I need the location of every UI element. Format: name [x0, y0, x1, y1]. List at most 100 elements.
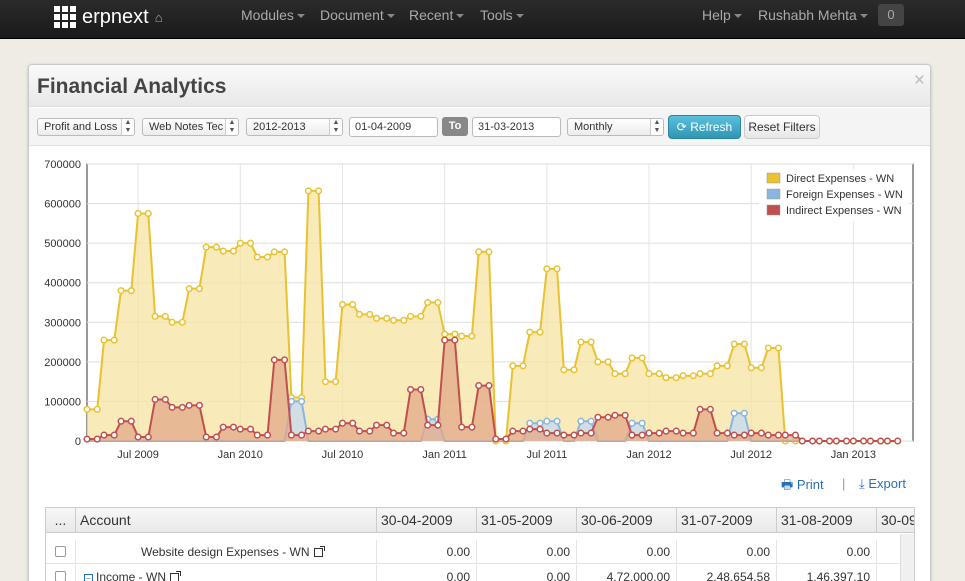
print-label: Print [796, 477, 824, 492]
data-point [475, 248, 483, 256]
data-point [372, 314, 381, 322]
data-point [611, 370, 619, 378]
financial-chart: 700000 600000 500000 400000 300000 200000 1000… [44, 159, 914, 461]
account-name[interactable]: Income - WN [96, 570, 166, 581]
data-point [151, 395, 159, 403]
data-point [287, 431, 295, 439]
column-date[interactable]: 30-06-2009 [577, 508, 677, 533]
to-date-input[interactable]: 31-03-2013 [472, 117, 561, 137]
data-point [781, 431, 789, 439]
data-point [127, 417, 135, 425]
data-point [815, 437, 823, 445]
to-label: To [442, 117, 468, 136]
refresh-label: Refresh [690, 120, 733, 134]
accounts-grid: ... Account 30-04-2009 31-05-2009 30-06-… [45, 507, 915, 581]
data-point [212, 433, 220, 441]
row-checkbox[interactable] [55, 571, 66, 581]
reset-filters-button[interactable]: Reset Filters [744, 115, 820, 139]
data-point [672, 374, 680, 382]
data-point [212, 243, 220, 251]
data-point [485, 382, 493, 390]
x-tick-label: Jan 2012 [626, 449, 671, 461]
data-point [730, 409, 738, 417]
value-cell: 0.00 [677, 540, 777, 564]
collapse-icon[interactable]: − [84, 574, 93, 581]
menu-recent[interactable]: Recent [409, 7, 465, 23]
data-point [178, 403, 186, 411]
row-checkbox[interactable] [55, 546, 66, 557]
account-cell: Website design Expenses - WN [76, 540, 377, 564]
data-point [417, 312, 425, 320]
data-point [662, 427, 670, 435]
menu-modules[interactable]: Modules [241, 7, 305, 23]
data-point [281, 248, 289, 256]
data-point [229, 423, 238, 431]
value-cell: 0.00 [777, 540, 877, 564]
from-date-input[interactable]: 01-04-2009 [349, 117, 438, 137]
column-date[interactable]: 31-05-2009 [477, 508, 577, 533]
menu-tools[interactable]: Tools [480, 7, 524, 23]
grid-scrollbar[interactable] [900, 534, 914, 581]
menu-help[interactable]: Help [702, 7, 742, 23]
column-date[interactable]: 30-09 [877, 508, 914, 533]
data-point [219, 247, 227, 255]
account-name[interactable]: Website design Expenses - WN [141, 545, 310, 559]
data-point [570, 431, 578, 439]
open-link-icon[interactable] [170, 571, 182, 581]
menu-document-label: Document [320, 7, 384, 23]
data-point [877, 437, 885, 445]
data-point [740, 431, 748, 439]
value-cell: 0.00 [377, 565, 477, 581]
data-point [696, 370, 704, 378]
data-point [894, 437, 902, 445]
report-type-select[interactable]: Profit and Loss ▲ ▼ [37, 118, 135, 136]
data-point [253, 253, 261, 261]
export-label: Export [868, 476, 906, 491]
table-row[interactable]: − Income - WN 0.00 0.00 4,72,000.00 2,48,… [46, 565, 914, 581]
refresh-button[interactable]: ⟳ Refresh [668, 115, 741, 139]
data-point [730, 340, 738, 348]
data-point [117, 417, 125, 425]
export-link[interactable]: ⤓ Export [859, 476, 906, 492]
fiscal-year-select[interactable]: 2012-2013 ▲ ▼ [246, 118, 343, 136]
chevron-down-icon [733, 14, 742, 19]
financial-analytics-panel: Financial Analytics × Profit and Loss ▲ ▼ … [28, 64, 931, 581]
open-link-icon[interactable] [313, 546, 325, 557]
data-point [519, 362, 527, 370]
home-icon[interactable]: ⌂ [155, 10, 163, 25]
data-point [366, 427, 374, 435]
data-point [110, 336, 118, 344]
data-point [400, 316, 408, 324]
column-date[interactable]: 31-08-2009 [777, 508, 877, 533]
top-navbar: erpnext ⌂ Modules Document Recent Tools … [0, 0, 965, 39]
period-value: Monthly [574, 121, 613, 133]
data-point [560, 366, 568, 374]
data-point [468, 423, 476, 431]
data-point [168, 318, 176, 326]
column-date[interactable]: 31-07-2009 [677, 508, 777, 533]
column-account[interactable]: Account [76, 508, 377, 533]
y-tick-label: 400000 [44, 278, 81, 290]
data-point [151, 312, 159, 320]
menu-document[interactable]: Document [320, 7, 395, 23]
close-icon[interactable]: × [914, 70, 925, 92]
chevron-down-icon [859, 14, 868, 19]
period-select[interactable]: Monthly ▲ ▼ [567, 118, 664, 136]
company-select[interactable]: Web Notes Tec ▲ ▼ [142, 118, 239, 136]
data-point [117, 287, 125, 295]
notification-count[interactable]: 0 [878, 4, 904, 26]
value-cell: 4,72,000.00 [577, 565, 677, 581]
brand-logo[interactable]: erpnext ⌂ [54, 4, 163, 30]
data-point [407, 312, 415, 320]
print-link[interactable]: 🖶 Print [781, 476, 824, 498]
chevron-down-icon [515, 14, 524, 19]
data-point [83, 435, 91, 443]
user-menu[interactable]: Rushabh Mehta [758, 7, 868, 23]
column-menu[interactable]: ... [46, 508, 76, 533]
table-row[interactable]: Website design Expenses - WN 0.00 0.00 0… [46, 540, 914, 564]
data-point [202, 243, 210, 251]
data-point [390, 316, 398, 324]
data-point [332, 378, 340, 386]
data-point [645, 370, 653, 378]
column-date[interactable]: 30-04-2009 [377, 508, 477, 533]
